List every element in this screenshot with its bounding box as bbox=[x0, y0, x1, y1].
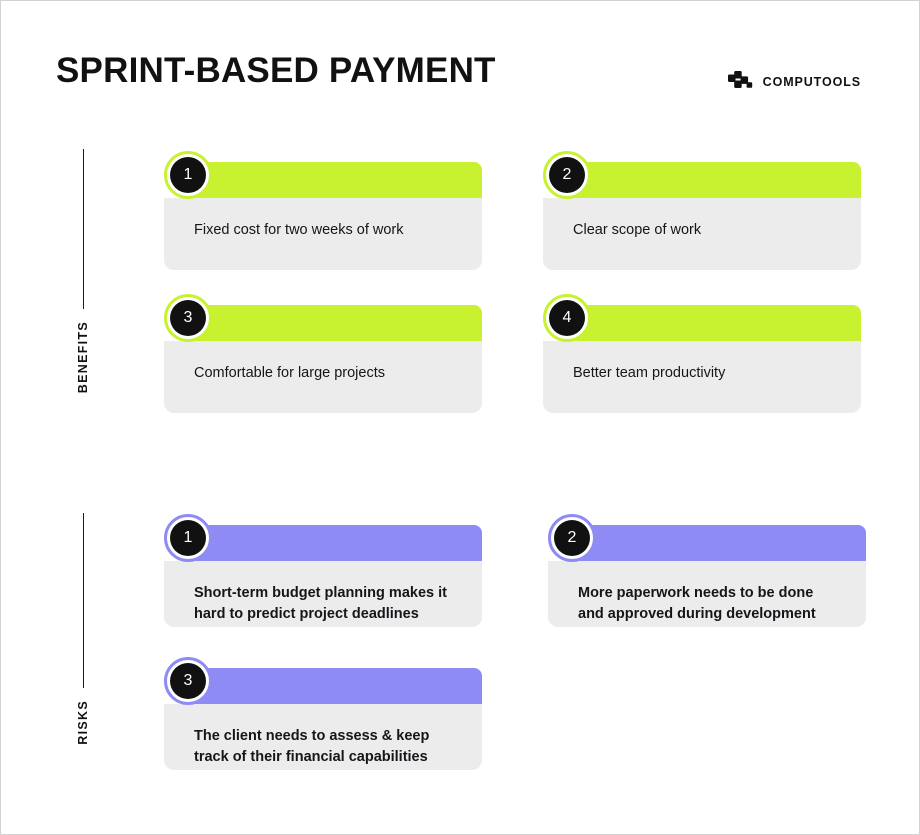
card-number: 3 bbox=[170, 300, 206, 336]
rail-line bbox=[82, 513, 84, 688]
card-text: The client needs to assess & keep track … bbox=[194, 728, 430, 766]
card-number: 4 bbox=[549, 300, 585, 336]
card-number-badge: 4 bbox=[543, 294, 591, 342]
card-body: More paperwork needs to be done and appr… bbox=[548, 561, 866, 627]
card-accent-bar bbox=[574, 525, 866, 561]
card-text: Fixed cost for two weeks of work bbox=[194, 222, 404, 238]
infographic-poster: SPRINT-BASED PAYMENT COMPUTOOLS BENEFITS… bbox=[0, 0, 920, 835]
card-number-badge: 1 bbox=[164, 151, 212, 199]
card-accent-bar bbox=[190, 525, 482, 561]
card-body: Clear scope of work bbox=[543, 198, 861, 270]
card-text: More paperwork needs to be done and appr… bbox=[578, 585, 816, 623]
card-number-badge: 3 bbox=[164, 294, 212, 342]
section-label-benefits: BENEFITS bbox=[76, 321, 90, 394]
card-number-badge: 2 bbox=[548, 514, 596, 562]
card-text: Better team productivity bbox=[573, 365, 726, 381]
card-body: Comfortable for large projects bbox=[164, 341, 482, 413]
brand-logo: COMPUTOOLS bbox=[727, 71, 861, 93]
card-number: 3 bbox=[170, 663, 206, 699]
page-title: SPRINT-BASED PAYMENT bbox=[56, 51, 496, 90]
card-text: Comfortable for large projects bbox=[194, 365, 385, 381]
section-label-risks: RISKS bbox=[76, 700, 90, 745]
section-rail-risks: RISKS bbox=[71, 513, 95, 745]
brand-name: COMPUTOOLS bbox=[762, 75, 861, 89]
card-number-badge: 3 bbox=[164, 657, 212, 705]
card-body: Better team productivity bbox=[543, 341, 861, 413]
card-body: The client needs to assess & keep track … bbox=[164, 704, 482, 770]
card-number: 1 bbox=[170, 157, 206, 193]
card-number-badge: 1 bbox=[164, 514, 212, 562]
card-accent-bar bbox=[569, 162, 861, 198]
card-text: Clear scope of work bbox=[573, 222, 702, 238]
section-rail-benefits: BENEFITS bbox=[71, 149, 95, 393]
card-number: 1 bbox=[170, 520, 206, 556]
rail-line bbox=[82, 149, 84, 309]
card-number: 2 bbox=[554, 520, 590, 556]
card-accent-bar bbox=[190, 668, 482, 704]
card-text: Short-term budget planning makes it hard… bbox=[194, 585, 447, 623]
card-number-badge: 2 bbox=[543, 151, 591, 199]
card-accent-bar bbox=[569, 305, 861, 341]
card-accent-bar bbox=[190, 305, 482, 341]
card-body: Short-term budget planning makes it hard… bbox=[164, 561, 482, 627]
card-accent-bar bbox=[190, 162, 482, 198]
card-number: 2 bbox=[549, 157, 585, 193]
computools-nodes-logo-icon bbox=[727, 71, 752, 88]
card-body: Fixed cost for two weeks of work bbox=[164, 198, 482, 270]
